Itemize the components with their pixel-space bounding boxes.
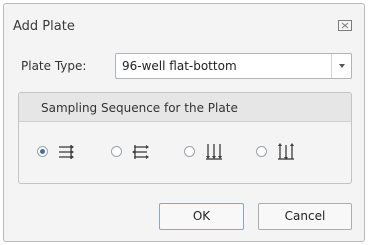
column-serpentine-icon (278, 143, 294, 160)
plate-type-label: Plate Type: (21, 59, 87, 73)
close-icon[interactable] (338, 20, 352, 31)
row-serpentine-icon (132, 145, 149, 159)
ok-button[interactable]: OK (159, 203, 244, 230)
sequence-option-serpentine-columns[interactable] (256, 141, 306, 163)
sampling-sequence-group: Sampling Sequence for the Plate (18, 92, 352, 184)
sequence-radio-serpentine-rows[interactable] (111, 146, 122, 157)
row-sequence-icon (59, 145, 74, 159)
sequence-option-rows[interactable] (37, 141, 87, 163)
sequence-radio-rows[interactable] (37, 146, 48, 157)
plate-type-select[interactable]: 96-well flat-bottom (115, 53, 352, 79)
title-bar[interactable]: Add Plate (4, 4, 364, 46)
sequence-option-columns[interactable] (184, 141, 234, 163)
dialog-title: Add Plate (13, 19, 75, 34)
sequence-radio-columns[interactable] (184, 146, 195, 157)
plate-type-value: 96-well flat-bottom (122, 59, 237, 73)
cancel-button[interactable]: Cancel (258, 203, 352, 230)
sampling-sequence-header: Sampling Sequence for the Plate (19, 93, 351, 122)
sequence-radio-serpentine-columns[interactable] (256, 146, 267, 157)
column-sequence-icon (206, 144, 222, 160)
sampling-sequence-title: Sampling Sequence for the Plate (41, 101, 238, 115)
sequence-option-serpentine-rows[interactable] (111, 141, 161, 163)
chevron-down-icon[interactable] (331, 54, 351, 78)
